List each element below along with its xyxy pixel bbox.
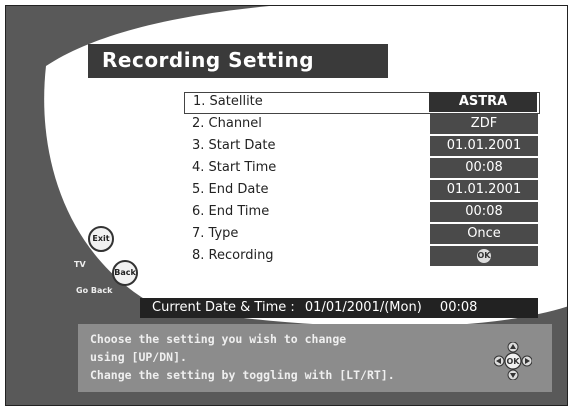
back-button[interactable]: Back [112, 260, 138, 286]
tv-menu-screen: Recording Setting 1. Satellite ASTRA 2. … [5, 5, 568, 406]
menu-item-end-time[interactable]: 6. End Time 00:08 [184, 202, 540, 224]
current-datetime-bar: Current Date & Time : 01/01/2001/(Mon) 0… [140, 298, 538, 318]
back-button-label: Back [114, 268, 136, 277]
help-line-3: Change the setting by toggling with [LT/… [90, 368, 395, 382]
menu-item-label: 8. Recording [192, 248, 274, 263]
menu-item-value[interactable]: 01.01.2001 [430, 136, 538, 156]
menu-item-label: 5. End Date [192, 182, 269, 197]
menu-item-label: 4. Start Time [192, 160, 277, 175]
exit-button[interactable]: Exit [88, 226, 114, 252]
nav-pad-ok-label: OK [507, 357, 521, 366]
menu-item-recording[interactable]: 8. Recording OK [184, 246, 540, 268]
menu-item-label: 3. Start Date [192, 138, 276, 153]
menu-item-start-time[interactable]: 4. Start Time 00:08 [184, 158, 540, 180]
menu-item-value[interactable]: ZDF [430, 114, 538, 134]
go-back-label: Go Back [76, 286, 113, 295]
menu-item-value[interactable]: Once [430, 224, 538, 244]
menu-item-value[interactable]: 01.01.2001 [430, 180, 538, 200]
menu-item-label: 1. Satellite [193, 94, 263, 109]
current-date: 01/01/2001/(Mon) [304, 300, 422, 315]
page-title: Recording Setting [102, 48, 315, 72]
tv-label: TV [74, 260, 86, 269]
page-title-bar: Recording Setting [88, 44, 388, 78]
menu-item-label: 7. Type [192, 226, 239, 241]
menu-item-value[interactable]: 00:08 [430, 202, 538, 222]
menu-item-end-date[interactable]: 5. End Date 01.01.2001 [184, 180, 540, 202]
menu-item-value[interactable]: ASTRA [429, 92, 537, 112]
ok-button-icon: OK [477, 248, 491, 263]
exit-button-label: Exit [92, 234, 110, 243]
menu-item-value[interactable]: OK [430, 246, 538, 266]
help-line-2: using [UP/DN]. [90, 350, 187, 364]
menu-item-satellite[interactable]: 1. Satellite ASTRA [184, 92, 540, 114]
navigation-pad-icon: OK [494, 342, 532, 380]
menu-item-label: 6. End Time [192, 204, 270, 219]
menu-item-value[interactable]: 00:08 [430, 158, 538, 178]
menu-item-start-date[interactable]: 3. Start Date 01.01.2001 [184, 136, 540, 158]
help-line-1: Choose the setting you wish to change [90, 332, 347, 346]
menu-item-channel[interactable]: 2. Channel ZDF [184, 114, 540, 136]
current-time: 00:08 [439, 300, 478, 315]
current-datetime-label: Current Date & Time : [152, 300, 295, 315]
menu-item-label: 2. Channel [192, 116, 262, 131]
menu-item-type[interactable]: 7. Type Once [184, 224, 540, 246]
help-panel: Choose the setting you wish to change us… [78, 324, 552, 392]
